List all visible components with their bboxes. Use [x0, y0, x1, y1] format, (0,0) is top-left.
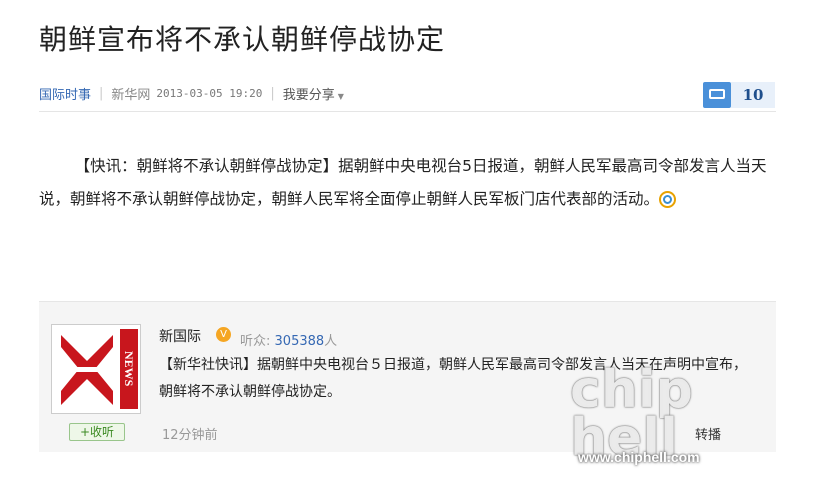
follow-button[interactable]: +收听 [69, 423, 125, 441]
avatar-news-text: NEWS [120, 329, 138, 409]
verified-badge-icon: V [216, 327, 231, 342]
divider: | [270, 86, 275, 101]
weibo-card: NEWS +收听 新国际 V 听众: 305388人 【新华社快讯】据朝鲜中央电… [39, 301, 776, 452]
article-meta: 国际时事 | 新华网 2013-03-05 19:20 | 我要分享 ▼ [39, 84, 344, 103]
listener-count: 听众: 305388人 [240, 330, 337, 349]
divider: | [99, 86, 104, 101]
caret-down-icon: ▼ [337, 92, 344, 101]
avatar[interactable]: NEWS [51, 324, 141, 414]
comment-count: 10 [731, 82, 775, 108]
source-label: 新华网 [111, 88, 151, 103]
article-body-text: 【快讯：朝鲜将不承认朝鲜停战协定】据朝鲜中央电视台5日报道，朝鲜人民军最高司令部… [39, 157, 767, 208]
weibo-post-text: 【新华社快讯】据朝鲜中央电视台５日报道，朝鲜人民军最高司令部发言人当天在声明中宣… [159, 357, 747, 400]
listener-unit: 人 [324, 334, 338, 349]
comment-bubble-icon [703, 82, 731, 108]
weibo-icon[interactable] [659, 191, 677, 208]
category-link[interactable]: 国际时事 [39, 84, 91, 103]
article-body: 【快讯：朝鲜将不承认朝鲜停战协定】据朝鲜中央电视台5日报道，朝鲜人民军最高司令部… [39, 150, 779, 216]
article-title: 朝鲜宣布将不承认朝鲜停战协定 [39, 23, 446, 56]
xinhua-logo-icon [57, 331, 117, 409]
comment-count-button[interactable]: 10 [703, 82, 775, 108]
share-label: 我要分享 [282, 88, 335, 103]
listener-number[interactable]: 305388 [275, 334, 325, 349]
publish-time: 2013-03-05 19:20 [156, 87, 263, 100]
post-time[interactable]: 12分钟前 [162, 424, 218, 443]
account-name[interactable]: 新国际 [159, 326, 201, 346]
share-button[interactable]: 我要分享 ▼ [283, 84, 344, 103]
repost-button[interactable]: 转播 [695, 424, 721, 443]
listener-label: 听众: [240, 334, 271, 349]
meta-divider [39, 111, 776, 112]
